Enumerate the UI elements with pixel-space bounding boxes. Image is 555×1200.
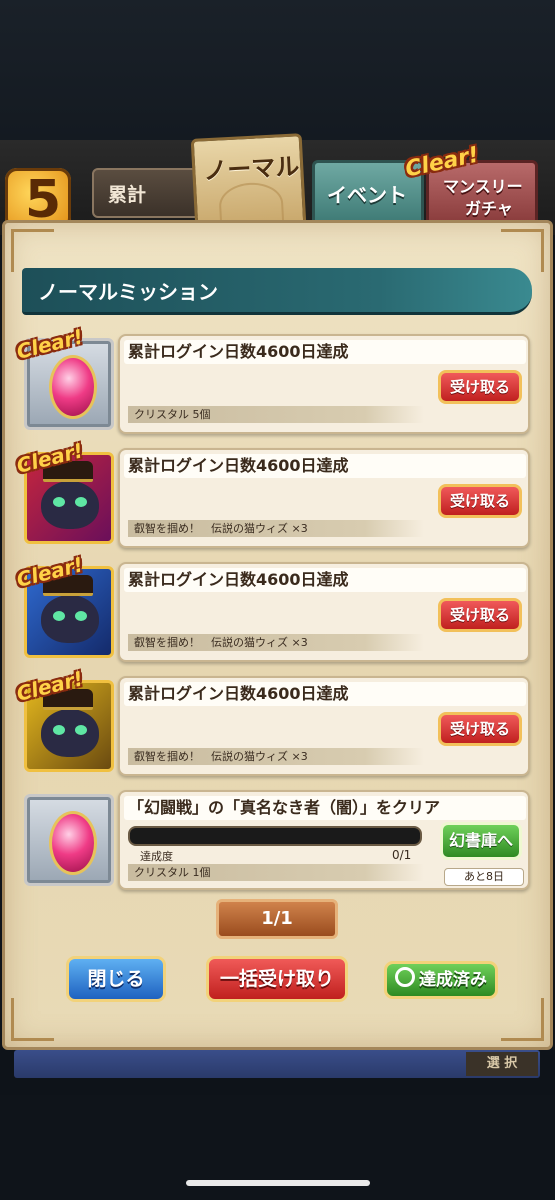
mission-card: 累計ログイン日数4600日達成 叡智を掴め！ 伝説の猫ウィズ ×3 受け取る [118, 448, 530, 548]
progress-label: 達成度 [140, 850, 173, 863]
mission-title: 累計ログイン日数4600日達成 [124, 568, 526, 592]
receive-button[interactable]: 受け取る [438, 484, 522, 518]
mission-row: Clear! 累計ログイン日数4600日達成 叡智を掴め！ 伝説の猫ウィズ ×3… [14, 438, 534, 556]
tab-event-label: イベント [327, 183, 407, 207]
tab-monthly-label-2: ガチャ [465, 199, 513, 218]
mission-reward: 叡智を掴め！ 伝説の猫ウィズ ×3 [128, 520, 424, 537]
mission-card: 累計ログイン日数4600日達成 叡智を掴め！ 伝説の猫ウィズ ×3 受け取る [118, 562, 530, 662]
mission-card: 累計ログイン日数4600日達成 クリスタル 5個 受け取る [118, 334, 530, 434]
refresh-icon [395, 967, 415, 987]
status-area [0, 0, 555, 140]
remaining-days: あと8日 [444, 868, 524, 886]
section-header: ノーマルミッション [22, 268, 532, 315]
mission-card: 「幻闘戦」の「真名なき者（闇）」をクリア 達成度 0/1 クリスタル 1個 幻書… [118, 790, 530, 890]
mission-reward: 叡智を掴め！ 伝説の猫ウィズ ×3 [128, 748, 424, 765]
mission-row: Clear! 累計ログイン日数4600日達成 叡智を掴め！ 伝説の猫ウィズ ×3… [14, 666, 534, 784]
corner-ornament [501, 229, 544, 272]
gem-icon [49, 355, 97, 419]
close-button[interactable]: 閉じる [66, 956, 166, 1002]
corner-ornament [11, 229, 54, 272]
home-indicator[interactable] [186, 1180, 370, 1186]
corner-ornament [11, 998, 54, 1041]
mission-title: 累計ログイン日数4600日達成 [124, 454, 526, 478]
go-library-button[interactable]: 幻書庫へ [440, 822, 522, 860]
section-title: ノーマルミッション [38, 280, 218, 304]
mission-title: 累計ログイン日数4600日達成 [124, 340, 526, 364]
crystal-icon [24, 794, 114, 886]
background-strip [14, 1050, 540, 1078]
mission-title: 「幻闘戦」の「真名なき者（闇）」をクリア [124, 796, 526, 820]
hud-total-box: 累計 [92, 168, 206, 218]
select-button[interactable]: 選 択 [466, 1052, 538, 1076]
receive-button[interactable]: 受け取る [438, 712, 522, 746]
mission-row: 「幻闘戦」の「真名なき者（闇）」をクリア 達成度 0/1 クリスタル 1個 幻書… [14, 790, 534, 898]
progress-value: 0/1 [392, 848, 412, 862]
cat-face-icon [41, 481, 99, 529]
receive-button[interactable]: 受け取る [438, 370, 522, 404]
cat-face-icon [41, 709, 99, 757]
tab-monthly-label-1: マンスリー [443, 177, 523, 196]
corner-ornament [501, 998, 544, 1041]
cat-face-icon [41, 595, 99, 643]
gem-icon [49, 811, 97, 875]
bulk-receive-button[interactable]: 一括受け取り [206, 956, 348, 1002]
tab-normal-label: ノーマル [202, 151, 300, 186]
mission-reward: クリスタル 5個 [128, 406, 424, 423]
mission-row: Clear! 累計ログイン日数4600日達成 クリスタル 5個 受け取る [14, 324, 534, 442]
mission-card: 累計ログイン日数4600日達成 叡智を掴め！ 伝説の猫ウィズ ×3 受け取る [118, 676, 530, 776]
tab-normal[interactable]: ノーマル [190, 133, 307, 231]
mission-reward: クリスタル 1個 [128, 864, 424, 881]
mission-title: 累計ログイン日数4600日達成 [124, 682, 526, 706]
mission-row: Clear! 累計ログイン日数4600日達成 叡智を掴め！ 伝説の猫ウィズ ×3… [14, 552, 534, 670]
completed-toggle-button[interactable]: 達成済み [384, 961, 498, 999]
page-indicator[interactable]: 1/1 [216, 899, 338, 939]
mission-reward: 叡智を掴め！ 伝説の猫ウィズ ×3 [128, 634, 424, 651]
completed-label: 達成済み [419, 970, 487, 990]
progress-bar [128, 826, 422, 846]
receive-button[interactable]: 受け取る [438, 598, 522, 632]
